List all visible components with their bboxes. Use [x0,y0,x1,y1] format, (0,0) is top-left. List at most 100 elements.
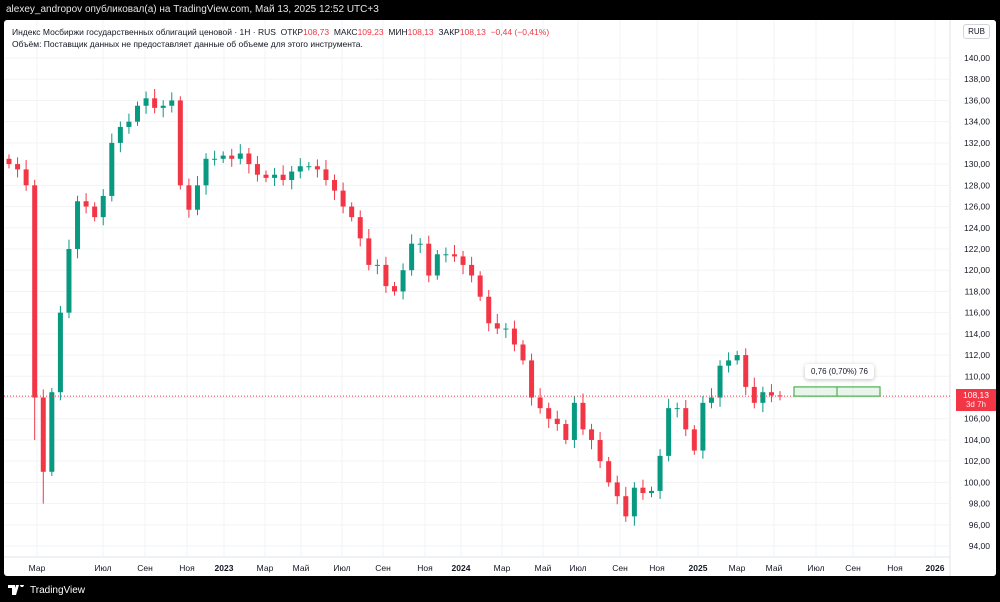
measure-label: 0,76 (0,70%) 76 [805,364,874,379]
y-tick-label: 126,00 [964,202,990,212]
chart-pane[interactable]: Индекс Мосбиржи государственных облигаци… [4,20,996,576]
candle-body [494,323,500,329]
candle-body [469,264,475,276]
y-tick-label: 130,00 [964,159,990,169]
candle-body [700,402,706,451]
y-tick-label: 106,00 [964,414,990,424]
y-tick-label: 110,00 [965,371,991,381]
y-tick-label: 140,00 [964,53,990,63]
symbol-legend: Индекс Мосбиржи государственных облигаци… [12,26,549,50]
x-tick-label: Ноя [417,563,433,573]
y-tick-label: 136,00 [964,95,990,105]
y-tick-label: 104,00 [964,435,990,445]
candle-body [186,185,192,210]
y-tick-label: 100,00 [964,477,990,487]
candle-body [640,487,646,494]
x-tick-label: Ноя [649,563,665,573]
candle-body [631,487,637,517]
x-tick-label: 2023 [215,563,234,573]
x-tick-label: Ноя [887,563,903,573]
candle-body [109,142,115,196]
candle-body [511,328,517,345]
x-tick-label: 2024 [452,563,471,573]
candle-body [349,206,355,218]
candle-body [392,286,397,292]
candle-body [160,105,166,108]
candle-body [708,397,714,403]
candle-body [126,121,132,127]
last-price-tag: 108,13 3d 7h [956,389,996,411]
candle-body [366,238,372,265]
candle-body [520,344,526,361]
y-tick-label: 134,00 [964,117,990,127]
candle-body [6,158,12,165]
candle-body [486,296,492,324]
candle-body [717,365,723,398]
candle-body [434,254,440,276]
y-tick-label: 112,00 [965,350,991,360]
close-value: 108,13 [459,27,486,37]
candle-body [49,392,55,472]
candle-body [674,408,680,410]
candle-body [683,408,689,430]
candle-body [272,174,278,178]
y-tick-label: 138,00 [964,74,990,84]
x-tick-label: Мар [494,563,511,573]
open-label: ОТКР [280,27,304,37]
candle-body [280,174,286,181]
high-value: 109,23 [357,27,384,37]
y-tick-label: 96,00 [969,520,991,530]
x-tick-label: Мар [257,563,274,573]
candle-body [563,424,569,440]
candle-body [212,158,218,160]
bar-countdown: 3d 7h [965,400,987,409]
candle-body [529,360,535,398]
x-tick-label: Мар [29,563,46,573]
symbol-title: Индекс Мосбиржи государственных облигаци… [12,27,276,37]
footer-brand[interactable]: TradingView [30,585,85,596]
x-tick-label: Май [766,563,783,573]
candle-body [237,153,243,159]
price-chart[interactable]: 94,00 96,00 98,00 100,00 102,00 104,00 106,00 1… [4,20,996,576]
footer: TradingView [0,578,1000,602]
candle-body [477,275,483,297]
last-price: 108,13 [963,390,989,400]
tradingview-logo-icon [8,585,24,595]
change-value: −0,44 (−0,41%) [490,27,550,37]
candle-body [340,190,346,207]
candle-body [580,402,586,430]
candle-body [726,360,732,366]
candle-body [246,153,252,165]
candle-body [623,496,629,517]
candle-body [734,355,740,361]
candle-body [75,201,81,249]
publish-header: alexey_andropov опубликовал(а) на Tradin… [6,4,379,15]
candle-body [460,256,466,265]
x-tick-label: Ноя [179,563,195,573]
x-tick-label: 2026 [926,563,945,573]
candle-body [220,155,226,159]
candle-body [152,98,158,108]
x-tick-label: Июл [807,563,824,573]
y-tick-label: 124,00 [964,223,990,233]
candle-body [614,482,620,497]
x-tick-label: Июл [569,563,586,573]
candle-body [57,312,63,393]
candle-body [314,166,320,170]
candle-body [589,429,595,440]
y-tick-label: 94,00 [969,541,991,551]
y-tick-label: 118,00 [965,286,991,296]
x-tick-label: 2025 [689,563,708,573]
candle-body [323,169,329,181]
candle-body [289,171,295,181]
candle-body [666,408,672,456]
volume-note: Объём: Поставщик данных не предоставляет… [12,39,363,49]
x-tick-label: Июл [333,563,350,573]
candle-body [691,429,697,451]
currency-button[interactable]: RUB [963,24,990,39]
candle-body [169,100,175,106]
candle-body [571,402,577,440]
candle-body [417,243,423,245]
x-tick-label: Сен [375,563,391,573]
candle-body [751,386,757,403]
